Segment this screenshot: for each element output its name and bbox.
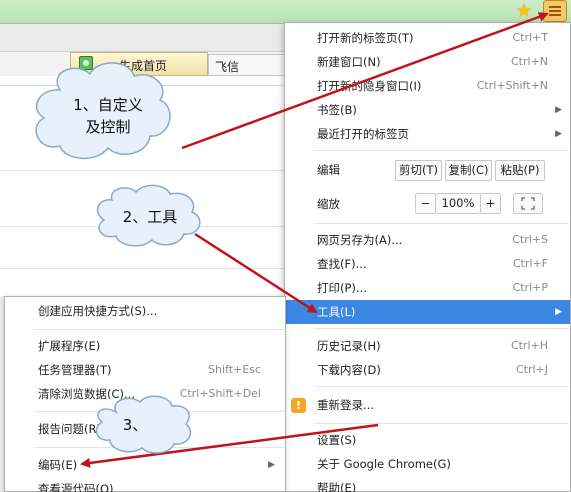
menu-item-label: 关于 Google Chrome(G) (317, 457, 451, 471)
menu-item-label: 创建应用快捷方式(S)... (38, 304, 158, 318)
bookmark-bar (0, 24, 290, 52)
menu-item-label: 编码(E) (38, 458, 78, 472)
menu-item-label: 新建窗口(N) (317, 55, 381, 69)
menu-item-label: 下载内容(D) (317, 363, 381, 377)
menu-item-relogin[interactable]: ! 重新登录... (285, 393, 570, 417)
menu-item-shortcut: Ctrl+T (512, 31, 548, 44)
chevron-right-icon: ▶ (555, 129, 562, 139)
submenu-item-view-source[interactable]: 查看源代码(O) (5, 477, 285, 492)
menu-item-label: 清除浏览数据(C)... (38, 387, 135, 401)
content-divider (0, 170, 290, 171)
paste-button[interactable]: 粘贴(P) (495, 160, 545, 181)
menu-item-label: 打开新的隐身窗口(I) (317, 79, 422, 93)
menu-item-shortcut: Ctrl+N (510, 55, 548, 68)
menu-item-label: 编辑 (317, 163, 340, 177)
menu-separator (315, 423, 569, 424)
menu-item-label: 历史记录(H) (317, 339, 381, 353)
submenu-item-task-manager[interactable]: 任务管理器(T) Shift+Esc (5, 358, 285, 382)
menu-item-shortcut: Ctrl+P (512, 281, 548, 294)
menu-item-shortcut: Shift+Esc (208, 363, 261, 376)
menu-item-settings[interactable]: 设置(S) (285, 428, 570, 452)
zoom-in-button[interactable]: + (480, 193, 501, 214)
menu-separator (35, 447, 285, 448)
menu-item-shortcut: Ctrl+Shift+N (476, 79, 548, 92)
menu-item-label: 查看源代码(O) (38, 482, 114, 492)
menu-item-tools[interactable]: 工具(L) ▶ (285, 300, 570, 324)
content-divider (0, 268, 290, 269)
menu-item-label: 任务管理器(T) (38, 363, 112, 377)
menu-separator (315, 223, 569, 224)
menu-item-label: 打开新的标签页(T) (317, 31, 414, 45)
tab-feixin[interactable]: 飞信 (208, 54, 290, 76)
menu-item-label: 设置(S) (317, 433, 357, 447)
menu-item-label: 网页另存为(A)... (317, 233, 403, 247)
menu-item-new-tab[interactable]: 打开新的标签页(T) Ctrl+T (285, 26, 570, 50)
copy-button[interactable]: 复制(C) (445, 160, 492, 181)
chevron-right-icon: ▶ (268, 460, 275, 470)
menu-item-label: 工具(L) (317, 305, 356, 319)
menu-item-label: 缩放 (317, 197, 340, 211)
page-icon (79, 56, 93, 70)
callout-1-text: 1、自定义 及控制 (52, 94, 164, 138)
star-icon[interactable]: ★ (513, 0, 535, 22)
chrome-main-menu: 打开新的标签页(T) Ctrl+T 新建窗口(N) Ctrl+N 打开新的隐身窗… (284, 22, 571, 492)
tab-home[interactable]: 生成首页 (70, 52, 208, 76)
menu-separator (315, 150, 569, 151)
callout-3-text: 3、 (122, 416, 148, 434)
menu-item-label: 书签(B) (317, 103, 357, 117)
menu-item-shortcut: Ctrl+S (512, 233, 548, 246)
menu-item-label: 帮助(E) (317, 481, 357, 492)
menu-item-label: 最近打开的标签页 (317, 127, 409, 141)
menu-item-print[interactable]: 打印(P)... Ctrl+P (285, 276, 570, 300)
fullscreen-icon[interactable] (513, 193, 543, 214)
callout-2-text: 2、工具 (122, 208, 178, 226)
submenu-item-extensions[interactable]: 扩展程序(E) (5, 334, 285, 358)
menu-item-incognito[interactable]: 打开新的隐身窗口(I) Ctrl+Shift+N (285, 74, 570, 98)
menu-item-shortcut: Ctrl+J (515, 363, 548, 376)
menu-separator (315, 386, 569, 387)
menu-separator (35, 329, 285, 330)
submenu-item-encoding[interactable]: 编码(E) ▶ (5, 453, 285, 477)
zoom-out-button[interactable]: − (415, 193, 436, 214)
browser-toolbar: ★ (0, 0, 571, 24)
menu-item-label: 打印(P)... (317, 281, 367, 295)
menu-item-label: 报告问题(R)... (38, 422, 112, 436)
menu-item-shortcut: Ctrl+H (510, 339, 548, 352)
menu-separator (315, 328, 569, 329)
warning-icon: ! (291, 398, 306, 413)
menu-item-label: 扩展程序(E) (38, 339, 101, 353)
chevron-right-icon: ▶ (555, 307, 562, 317)
hamburger-menu-icon[interactable] (543, 0, 567, 22)
menu-item-about[interactable]: 关于 Google Chrome(G) (285, 452, 570, 476)
menu-item-label: 查找(F)... (317, 257, 367, 271)
menu-item-label: 重新登录... (317, 398, 374, 412)
chevron-right-icon: ▶ (555, 105, 562, 115)
callout-1-line2: 及控制 (85, 118, 131, 136)
menu-item-history[interactable]: 历史记录(H) Ctrl+H (285, 334, 570, 358)
menu-item-shortcut: Ctrl+Shift+Del (179, 387, 261, 400)
menu-item-help[interactable]: 帮助(E) (285, 476, 570, 492)
tab-home-label: 生成首页 (119, 59, 168, 73)
submenu-item-create-shortcut[interactable]: 创建应用快捷方式(S)... (5, 299, 285, 323)
menu-item-bookmarks[interactable]: 书签(B) ▶ (285, 98, 570, 122)
menu-separator (35, 411, 285, 412)
tab-strip-divider (0, 76, 290, 86)
menu-item-new-window[interactable]: 新建窗口(N) Ctrl+N (285, 50, 570, 74)
menu-item-find[interactable]: 查找(F)... Ctrl+F (285, 252, 570, 276)
cut-button[interactable]: 剪切(T) (395, 160, 442, 181)
menu-item-save-as[interactable]: 网页另存为(A)... Ctrl+S (285, 228, 570, 252)
submenu-item-clear-data[interactable]: 清除浏览数据(C)... Ctrl+Shift+Del (5, 382, 285, 406)
menu-item-shortcut: Ctrl+F (512, 257, 548, 270)
zoom-level: 100% (436, 193, 480, 214)
callout-1-line1: 1、自定义 (73, 96, 143, 114)
menu-item-recent-tabs[interactable]: 最近打开的标签页 ▶ (285, 122, 570, 146)
menu-item-downloads[interactable]: 下载内容(D) Ctrl+J (285, 358, 570, 382)
tools-submenu: 创建应用快捷方式(S)... 扩展程序(E) 任务管理器(T) Shift+Es… (4, 296, 286, 492)
